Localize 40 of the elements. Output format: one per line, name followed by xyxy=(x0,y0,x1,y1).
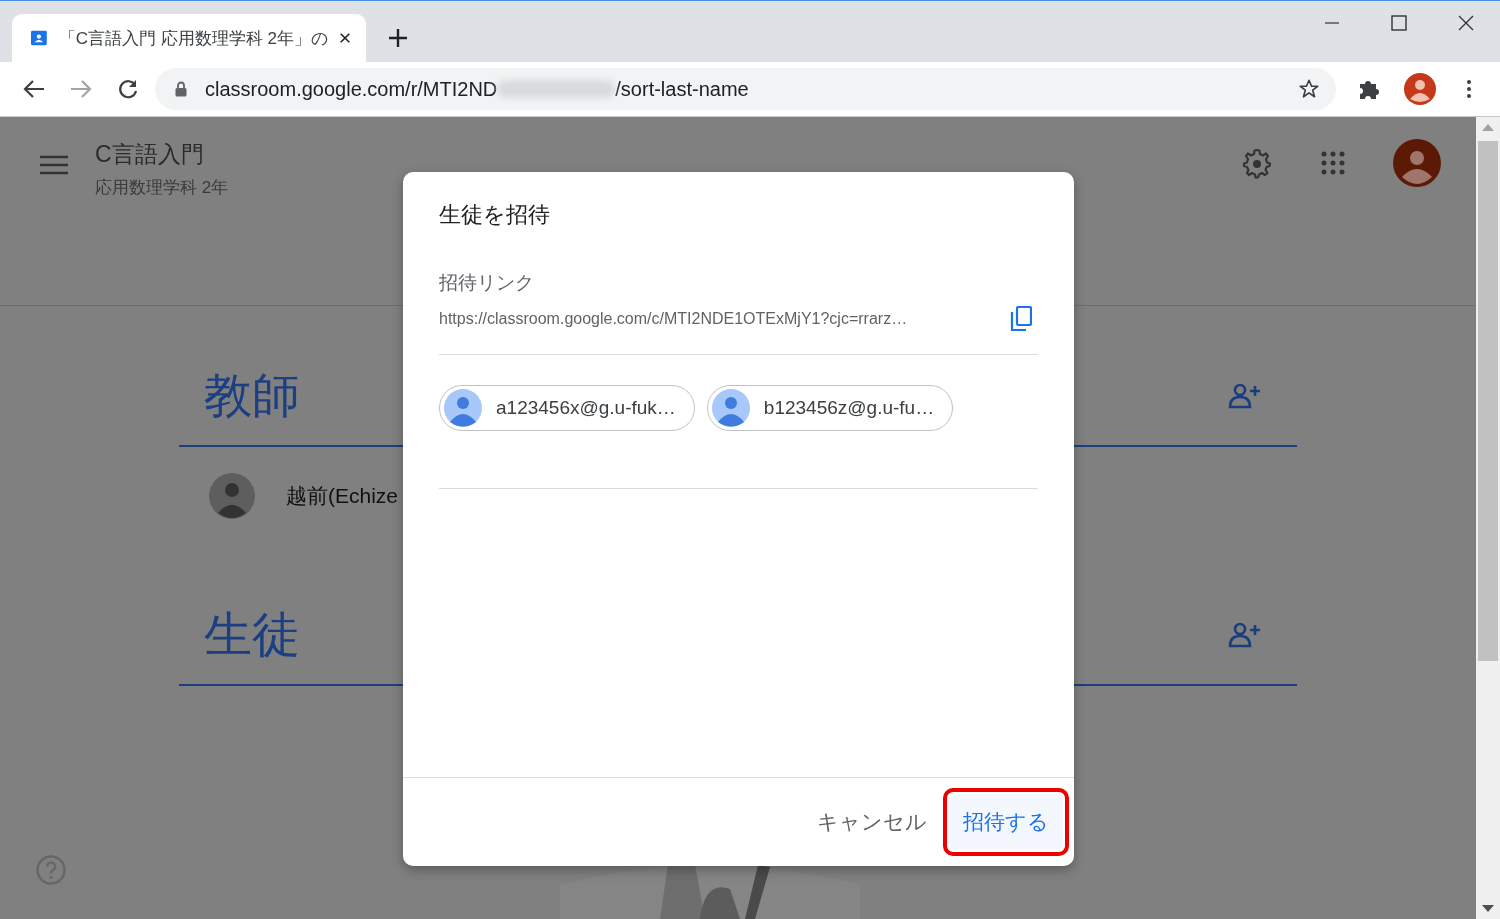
star-icon[interactable] xyxy=(1298,78,1320,100)
section-heading: 生徒 xyxy=(204,607,300,663)
email-input-field[interactable]: a123456x@g.u-fuk… b123456z@g.u-fu… xyxy=(439,355,1038,489)
browser-tab[interactable]: 「C言語入門 応用数理学科 2年」の xyxy=(12,14,366,62)
person-avatar-icon xyxy=(711,389,750,427)
lock-icon xyxy=(175,81,187,97)
add-person-icon[interactable] xyxy=(1228,383,1262,409)
puzzle-icon[interactable] xyxy=(1358,78,1380,100)
classroom-icon xyxy=(31,28,47,48)
new-tab-icon[interactable] xyxy=(388,28,408,48)
forward-icon[interactable] xyxy=(70,79,92,99)
cancel-button[interactable]: キャンセル xyxy=(811,798,933,846)
profile-avatar-icon[interactable] xyxy=(1404,73,1436,105)
invite-button[interactable]: 招待する xyxy=(949,794,1063,850)
scroll-up-icon[interactable] xyxy=(1482,123,1494,131)
link-label: 招待リンク xyxy=(439,271,534,295)
class-name[interactable]: C言語入門 xyxy=(95,139,229,170)
settings-icon[interactable] xyxy=(1241,147,1273,179)
reload-icon[interactable] xyxy=(117,78,139,100)
address-bar[interactable]: classroom.google.com/r/MTI2ND /sort-last-name xyxy=(155,68,1336,110)
apps-grid-icon[interactable] xyxy=(1321,151,1345,175)
add-person-icon[interactable] xyxy=(1228,622,1262,648)
copy-icon[interactable] xyxy=(1010,306,1032,332)
url-text: classroom.google.com/r/MTI2ND xyxy=(205,77,498,101)
back-icon[interactable] xyxy=(23,79,45,99)
tab-title: 「C言語入門 応用数理学科 2年」の xyxy=(58,27,328,50)
person-avatar-icon xyxy=(444,389,482,427)
class-section: 応用数理学科 2年 xyxy=(95,176,229,199)
scrollbar-thumb[interactable] xyxy=(1478,141,1498,661)
close-icon[interactable] xyxy=(339,31,350,45)
member-name: 越前(Echize xyxy=(286,483,399,509)
maximize-icon[interactable] xyxy=(1391,15,1407,31)
section-heading: 教師 xyxy=(204,368,300,424)
url-text: /sort-last-name xyxy=(615,77,749,101)
scroll-down-icon[interactable] xyxy=(1482,905,1494,913)
avatar-icon[interactable] xyxy=(1393,139,1441,187)
close-icon[interactable] xyxy=(1458,15,1474,31)
dialog-title: 生徒を招待 xyxy=(439,201,550,229)
menu-icon[interactable] xyxy=(1466,79,1472,99)
person-avatar-icon xyxy=(209,473,255,519)
